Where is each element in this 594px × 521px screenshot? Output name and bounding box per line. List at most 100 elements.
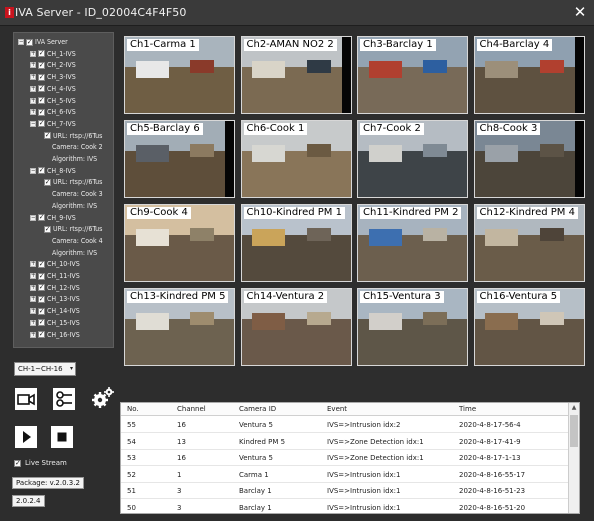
tree-item[interactable]: + ✓ CH_1-IVS	[30, 49, 76, 59]
table-row[interactable]: 55 16 Ventura 5 IVS=>Intrusion idx:2 2020-4-…	[121, 417, 569, 433]
tree-item[interactable]: Camera: Cook 4	[52, 236, 103, 246]
play-icon[interactable]	[15, 426, 37, 448]
camera-tile[interactable]: Ch5-Barclay 6	[124, 120, 235, 198]
tree-item[interactable]: Algorithm: IVS	[52, 201, 97, 211]
table-row[interactable]: 51 3 Barclay 1 IVS=>Intrusion idx:1 2020-4-8…	[121, 483, 569, 499]
tree-item[interactable]: ✓ URL: rtsp://6Tus	[44, 224, 102, 234]
tree-item[interactable]: + ✓ CH_5-IVS	[30, 96, 76, 106]
expand-icon[interactable]: +	[30, 97, 36, 104]
tree-checkbox[interactable]: ✓	[38, 284, 45, 292]
table-row[interactable]: 53 16 Ventura 5 IVS=>Zone Detection idx:1 20…	[121, 450, 569, 466]
collapse-icon[interactable]: −	[30, 167, 36, 174]
tree-checkbox[interactable]: ✓	[38, 319, 45, 327]
channel-tree[interactable]: − ✓ IVA Server + ✓ CH_1-IVS + ✓ CH_2-IVS + ✓ CH_3-I…	[13, 32, 114, 348]
collapse-icon[interactable]: −	[30, 214, 36, 221]
camera-tile[interactable]: Ch2-AMAN NO2 2	[240, 36, 352, 114]
tree-item[interactable]: + ✓ CH_10-IVS	[30, 259, 80, 269]
tree-checkbox[interactable]: ✓	[44, 225, 51, 233]
expand-icon[interactable]: +	[30, 74, 36, 81]
expand-icon[interactable]: +	[30, 284, 36, 291]
gears-icon[interactable]	[91, 386, 114, 408]
tree-item[interactable]: Algorithm: IVS	[52, 248, 97, 258]
camera-tile[interactable]: Ch12-Kindred PM 4	[473, 204, 585, 282]
tree-item[interactable]: ✓ URL: rtsp://6Tus	[44, 131, 102, 141]
column-header-camera-id[interactable]: Camera ID	[239, 405, 276, 413]
tree-item[interactable]: + ✓ CH_11-IVS	[30, 271, 80, 281]
stop-icon[interactable]	[51, 426, 73, 448]
tree-checkbox[interactable]: ✓	[38, 295, 45, 303]
camera-tile[interactable]: Ch10-Kindred PM 1	[240, 204, 352, 282]
column-header-no[interactable]: No.	[127, 405, 139, 413]
tree-item[interactable]: Camera: Cook 3	[52, 189, 103, 199]
camera-tile[interactable]: Ch7-Cook 2	[357, 120, 468, 198]
tree-item[interactable]: + ✓ CH_4-IVS	[30, 84, 76, 94]
tree-item[interactable]: − ✓ CH_9-IVS	[30, 213, 76, 223]
tree-item[interactable]: − ✓ CH_8-IVS	[30, 166, 76, 176]
flow-settings-icon[interactable]	[53, 388, 75, 410]
tree-checkbox[interactable]: ✓	[38, 50, 45, 58]
expand-icon[interactable]: +	[30, 62, 36, 69]
tree-checkbox[interactable]: ✓	[38, 73, 45, 81]
camera-tile[interactable]: Ch16-Ventura 5	[473, 288, 585, 366]
event-log-table[interactable]: No. Channel Camera ID Event Time 55 16 Ven…	[120, 402, 580, 514]
camera-tile[interactable]: Ch6-Cook 1	[240, 120, 352, 198]
camera-tile[interactable]: Ch4-Barclay 4	[473, 36, 585, 114]
tree-checkbox[interactable]: ✓	[26, 38, 33, 46]
live-stream-checkbox[interactable]: ✓	[14, 459, 21, 467]
tree-item[interactable]: + ✓ CH_16-IVS	[30, 330, 80, 340]
tree-item[interactable]: − ✓ CH_7-IVS	[30, 119, 76, 129]
tree-checkbox[interactable]: ✓	[38, 331, 45, 338]
tree-checkbox[interactable]: ✓	[44, 132, 51, 140]
collapse-icon[interactable]: −	[30, 120, 36, 127]
camera-tile[interactable]: Ch1-Carma 1	[124, 36, 235, 114]
camera-tile[interactable]: Ch14-Ventura 2	[240, 288, 352, 366]
tree-checkbox[interactable]: ✓	[38, 167, 45, 175]
expand-icon[interactable]: +	[30, 261, 36, 268]
live-stream-toggle[interactable]: ✓ Live Stream	[14, 459, 67, 467]
collapse-icon[interactable]: −	[18, 39, 24, 45]
table-scrollbar[interactable]: ▲	[568, 403, 579, 513]
expand-icon[interactable]: +	[30, 109, 36, 116]
camera-record-icon[interactable]	[15, 388, 37, 410]
tree-checkbox[interactable]: ✓	[38, 108, 45, 116]
tree-item[interactable]: Camera: Cook 2	[52, 142, 103, 152]
expand-icon[interactable]: +	[30, 331, 36, 338]
tree-item[interactable]: ✓ URL: rtsp://6Tus	[44, 177, 102, 187]
tree-checkbox[interactable]: ✓	[38, 61, 45, 69]
expand-icon[interactable]: +	[30, 50, 36, 57]
tree-item[interactable]: + ✓ CH_6-IVS	[30, 107, 76, 117]
tree-item[interactable]: − ✓ IVA Server	[18, 37, 68, 47]
column-header-channel[interactable]: Channel	[177, 405, 206, 413]
tree-item[interactable]: + ✓ CH_3-IVS	[30, 72, 76, 82]
expand-icon[interactable]: +	[30, 85, 36, 92]
tree-checkbox[interactable]: ✓	[38, 214, 45, 221]
table-row[interactable]: 50 3 Barclay 1 IVS=>Intrusion idx:1 2020-4-8…	[121, 500, 569, 514]
tree-checkbox[interactable]: ✓	[38, 272, 45, 280]
expand-icon[interactable]: +	[30, 308, 36, 315]
camera-tile[interactable]: Ch9-Cook 4	[124, 204, 235, 282]
camera-tile[interactable]: Ch11-Kindred PM 2	[357, 204, 468, 282]
tree-checkbox[interactable]: ✓	[44, 178, 51, 186]
camera-tile[interactable]: Ch8-Cook 3	[473, 120, 585, 198]
camera-tile[interactable]: Ch15-Ventura 3	[357, 288, 468, 366]
tree-item[interactable]: Algorithm: IVS	[52, 154, 97, 164]
close-icon[interactable]: ✕	[571, 3, 589, 21]
tree-item[interactable]: + ✓ CH_13-IVS	[30, 294, 80, 304]
tree-checkbox[interactable]: ✓	[38, 85, 45, 93]
camera-tile[interactable]: Ch3-Barclay 1	[357, 36, 468, 114]
scroll-up-icon[interactable]: ▲	[569, 403, 579, 413]
tree-item[interactable]: + ✓ CH_15-IVS	[30, 318, 80, 328]
tree-checkbox[interactable]: ✓	[38, 260, 45, 268]
table-row[interactable]: 52 1 Carma 1 IVS=>Intrusion idx:1 2020-4-8-1…	[121, 467, 569, 483]
expand-icon[interactable]: +	[30, 273, 36, 279]
column-header-event[interactable]: Event	[327, 405, 347, 413]
tree-item[interactable]: + ✓ CH_2-IVS	[30, 60, 76, 70]
tree-item[interactable]: + ✓ CH_12-IVS	[30, 283, 80, 293]
tree-checkbox[interactable]: ✓	[38, 97, 45, 104]
scrollbar-thumb[interactable]	[570, 415, 578, 447]
tree-checkbox[interactable]: ✓	[38, 120, 45, 128]
channel-range-select[interactable]: CH-1~CH-16 ▾	[14, 362, 76, 376]
tree-checkbox[interactable]: ✓	[38, 307, 45, 315]
camera-tile[interactable]: Ch13-Kindred PM 5	[124, 288, 235, 366]
expand-icon[interactable]: +	[30, 319, 36, 326]
